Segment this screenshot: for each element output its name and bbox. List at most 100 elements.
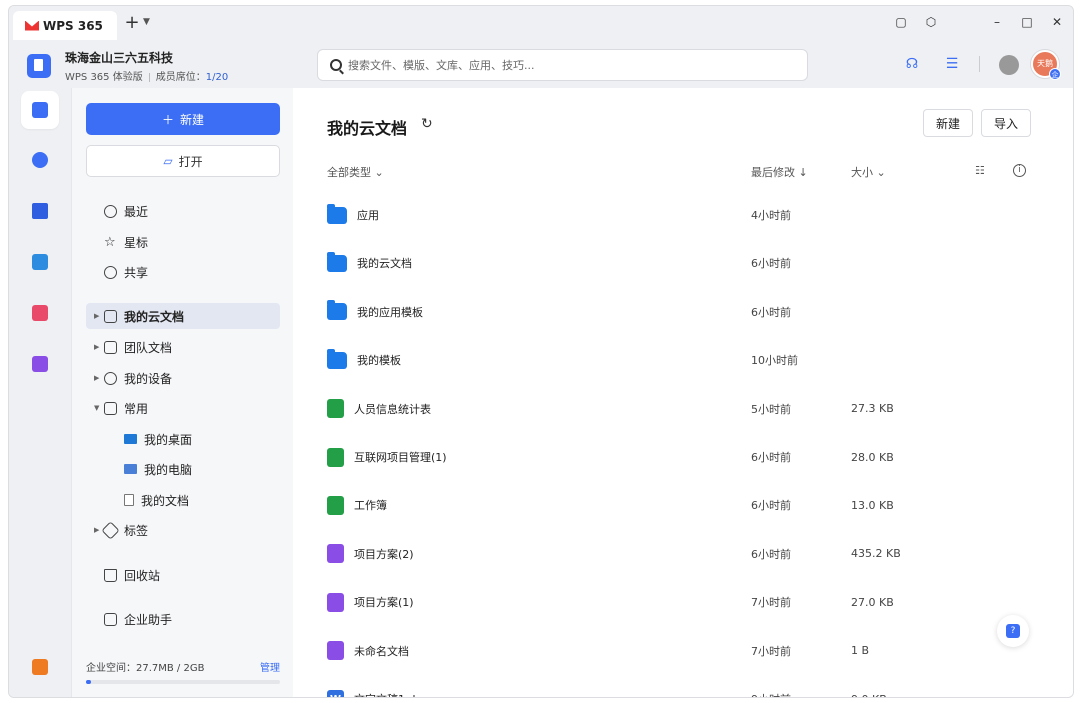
chevron-down-icon: ⌄ (374, 166, 384, 179)
storage-progress-bar (86, 680, 280, 684)
sidebar-item-team-docs[interactable]: ▶ 团队文档 (86, 334, 280, 360)
expand-arrow-icon[interactable]: ▶ (94, 374, 104, 382)
close-icon[interactable]: ✕ (1049, 14, 1065, 30)
new-file-button[interactable]: 新建 (923, 109, 973, 137)
org-logo-icon (27, 54, 51, 78)
sidebar-item-frequent[interactable]: ▼ 常用 (86, 395, 280, 421)
expand-arrow-icon[interactable]: ▶ (94, 312, 104, 320)
type-filter-dropdown[interactable]: 全部类型 ⌄ (327, 164, 384, 180)
sidebar: ＋ 新建 ▱ 打开 最近 ☆ 星标 共享 ▶ 我的云文档 ▶ 团队文档 ▶ 我的设备 ▼ 常用… (71, 88, 293, 697)
tag-icon (101, 520, 120, 540)
sidebar-item-tags[interactable]: ▶ 标签 (86, 517, 280, 543)
tab-menu-chevron-down-icon[interactable]: ▼ (143, 17, 150, 27)
sidebar-item-my-cloud-docs[interactable]: ▶ 我的云文档 (86, 303, 280, 329)
org-name[interactable]: 珠海金山三六五科技 (65, 49, 173, 66)
file-row[interactable]: 未命名文档 7小时前 1 B (327, 639, 1027, 663)
collapse-arrow-icon[interactable]: ▼ (94, 404, 104, 412)
sidebar-item-shared[interactable]: 共享 (86, 259, 280, 285)
help-float-button[interactable]: ? (997, 615, 1029, 647)
rail-apps[interactable] (21, 345, 59, 383)
computer-icon (124, 464, 137, 474)
document-icon (327, 592, 344, 612)
cloud-doc-icon (104, 309, 117, 323)
rail-meeting[interactable] (21, 192, 59, 230)
cube-icon[interactable]: ⬡ (923, 14, 939, 30)
file-modified-time: 6小时前 (751, 257, 791, 271)
app-tab[interactable]: WPS 365 (13, 11, 117, 40)
open-button-label: 打开 (178, 154, 203, 169)
file-name: 项目方案(1) (354, 596, 414, 610)
sidebar-item-documents[interactable]: 我的文档 (86, 487, 280, 513)
cloud-sync-icon[interactable] (999, 55, 1019, 75)
expand-arrow-icon[interactable]: ▶ (94, 343, 104, 351)
seats-value[interactable]: 1/20 (206, 72, 228, 83)
file-modified-time: 4小时前 (751, 209, 791, 222)
sidebar-item-label: 共享 (124, 265, 149, 280)
rail-calendar[interactable] (21, 141, 59, 179)
file-row[interactable]: 我的云文档 6小时前 (327, 251, 1027, 275)
search-placeholder: 搜索文件、模版、文库、应用、技巧... (348, 59, 535, 72)
file-row[interactable]: 项目方案(2) 6小时前 435.2 KB (327, 542, 1027, 566)
org-subtitle: WPS 365 体验版 成员席位：1/20 (65, 68, 228, 83)
storage-progress-fill (86, 680, 91, 684)
file-size: 27.3 KB (851, 402, 894, 416)
storage-label: 企业空间：27.7MB / 2GB (86, 663, 205, 674)
file-row[interactable]: 我的应用模板 6小时前 (327, 300, 1027, 324)
plus-icon: ＋ (161, 112, 174, 127)
file-row[interactable]: 工作簿 6小时前 13.0 KB (327, 493, 1027, 517)
seats-label: 成员席位： (155, 72, 206, 83)
file-row[interactable]: 互联网项目管理(1) 6小时前 28.0 KB (327, 445, 1027, 469)
document-icon (327, 641, 344, 661)
search-input[interactable]: 搜索文件、模版、文库、应用、技巧... (317, 49, 808, 81)
maximize-icon[interactable]: □ (1019, 14, 1035, 30)
file-name: 未命名文档 (354, 644, 409, 658)
file-size: 9.0 KB (851, 693, 887, 698)
team-icon (104, 340, 117, 354)
file-name: 文字文稿1.docx (354, 691, 435, 697)
new-button-label: 新建 (180, 112, 205, 127)
headset-icon[interactable]: ☊ (903, 55, 921, 73)
file-row[interactable]: W 文字文稿1.docx 9小时前 9.0 KB (327, 687, 1027, 698)
rail-docs[interactable] (21, 91, 59, 129)
file-row[interactable]: 人员信息统计表 5小时前 27.3 KB (327, 397, 1027, 421)
rail-presentation[interactable] (21, 648, 59, 686)
size-column-dropdown[interactable]: 大小 ⌄ (851, 164, 886, 180)
list-icon[interactable]: ☰ (943, 55, 961, 73)
open-button[interactable]: ▱ 打开 (86, 145, 280, 177)
new-tab-plus-icon[interactable]: + (123, 14, 141, 32)
sidebar-item-label: 常用 (124, 401, 149, 416)
pin-icon (104, 401, 117, 415)
rail-pdf[interactable] (21, 294, 59, 332)
sidebar-item-enterprise-assistant[interactable]: 企业助手 (86, 606, 280, 632)
sidebar-item-computer[interactable]: 我的电脑 (86, 456, 280, 482)
manage-link[interactable]: 管理 (260, 659, 280, 674)
file-size: 28.0 KB (851, 450, 894, 464)
sidebar-item-starred[interactable]: ☆ 星标 (86, 229, 280, 255)
folder-icon (327, 251, 347, 272)
file-size: 27.0 KB (851, 595, 894, 609)
sidebar-toggle-icon[interactable]: ▢ (893, 14, 909, 30)
folder-icon (327, 348, 347, 369)
sidebar-item-trash[interactable]: 回收站 (86, 562, 280, 588)
new-button[interactable]: ＋ 新建 (86, 103, 280, 135)
file-row[interactable]: 我的模板 10小时前 (327, 348, 1027, 372)
size-column-label: 大小 (851, 166, 873, 179)
sidebar-item-my-devices[interactable]: ▶ 我的设备 (86, 365, 280, 391)
rail-mail[interactable] (21, 243, 59, 281)
minimize-icon[interactable]: – (989, 14, 1005, 30)
info-icon[interactable]: i (1013, 164, 1026, 177)
file-row[interactable]: 项目方案(1) 7小时前 27.0 KB (327, 590, 1027, 614)
type-filter-label: 全部类型 (327, 166, 371, 179)
sidebar-item-label: 我的桌面 (144, 432, 193, 447)
sidebar-item-label: 标签 (124, 523, 149, 538)
spreadsheet-icon (327, 495, 344, 515)
file-name: 互联网项目管理(1) (354, 451, 447, 464)
sidebar-item-desktop[interactable]: 我的桌面 (86, 426, 280, 452)
column-settings-icon[interactable]: ☷ (975, 164, 985, 177)
import-button[interactable]: 导入 (981, 109, 1031, 137)
sidebar-item-recent[interactable]: 最近 (86, 198, 280, 224)
refresh-icon[interactable]: ↻ (421, 116, 433, 132)
sort-by-modified[interactable]: 最后修改 ↓ (751, 164, 808, 180)
file-modified-time: 7小时前 (751, 596, 791, 610)
file-row[interactable]: 应用 4小时前 (327, 203, 1027, 227)
